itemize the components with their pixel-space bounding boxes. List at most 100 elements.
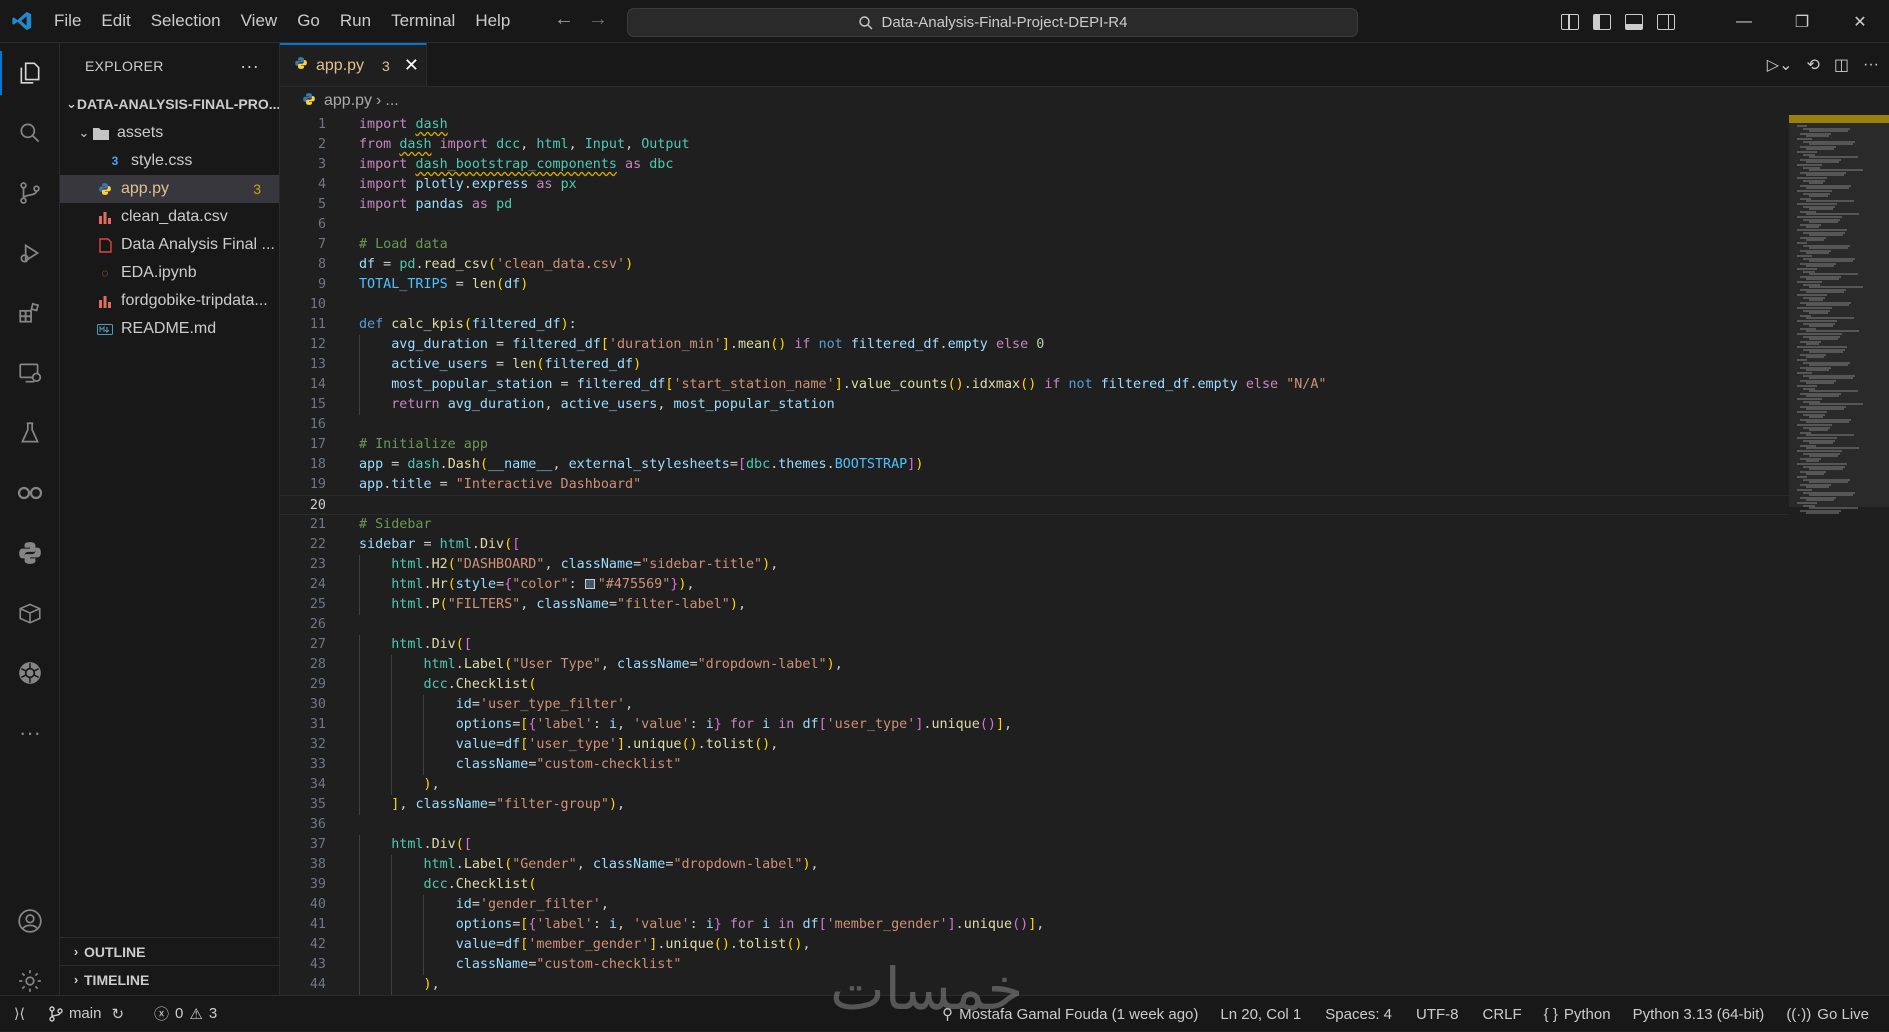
end-of-line[interactable]: CRLF (1471, 996, 1534, 1032)
python-interpreter[interactable]: Python 3.13 (64-bit) (1621, 996, 1777, 1032)
tree-item-style-css[interactable]: 3 style.css (60, 147, 279, 175)
testing-icon[interactable] (0, 403, 60, 463)
code-line[interactable]: 32 value=df['user_type'].unique().tolist… (280, 735, 1790, 755)
tree-item-fordgobike-csv[interactable]: fordgobike-tripdata... (60, 287, 279, 315)
outline-section[interactable]: › OUTLINE (60, 937, 280, 965)
code-line[interactable]: 1 import dash (280, 115, 1790, 135)
code-line[interactable]: 4 import plotly.express as px (280, 175, 1790, 195)
command-center-search[interactable]: Data-Analysis-Final-Project-DEPI-R4 (627, 8, 1358, 37)
code-line[interactable]: 23 html.H2("DASHBOARD", className="sideb… (280, 555, 1790, 575)
tree-item-eda-ipynb[interactable]: ◌ EDA.ipynb (60, 259, 279, 287)
toggle-secondary-sidebar-icon[interactable] (1657, 13, 1675, 30)
code-line[interactable]: 37 html.Div([ (280, 835, 1790, 855)
code-line[interactable]: 22 sidebar = html.Div([ (280, 535, 1790, 555)
code-line[interactable]: 6 (280, 215, 1790, 235)
code-line[interactable]: 12 avg_duration = filtered_df['duration_… (280, 335, 1790, 355)
python-icon[interactable] (0, 523, 60, 583)
code-line[interactable]: 43 className="custom-checklist" (280, 955, 1790, 975)
explorer-icon[interactable] (0, 43, 60, 103)
language-mode[interactable]: { } Python (1534, 996, 1621, 1032)
tree-item-readme-md[interactable]: README.md (60, 315, 279, 343)
code-line[interactable]: 39 dcc.Checklist( (280, 875, 1790, 895)
code-line[interactable]: 5 import pandas as pd (280, 195, 1790, 215)
code-line[interactable]: 10 (280, 295, 1790, 315)
code-line[interactable]: 14 most_popular_station = filtered_df['s… (280, 375, 1790, 395)
tree-item-assets[interactable]: ⌄ assets (60, 119, 279, 147)
tree-item-app-py[interactable]: app.py 3 (60, 175, 279, 203)
code-line[interactable]: 40 id='gender_filter', (280, 895, 1790, 915)
menu-go[interactable]: Go (287, 6, 330, 36)
tree-item-clean-data-csv[interactable]: clean_data.csv (60, 203, 279, 231)
code-line[interactable]: 35 ], className="filter-group"), (280, 795, 1790, 815)
code-line[interactable]: 18 app = dash.Dash(__name__, external_sty… (280, 455, 1790, 475)
minimap[interactable] (1789, 115, 1889, 995)
back-arrow-icon[interactable]: ← (554, 8, 574, 31)
explorer-more-icon[interactable]: ··· (240, 56, 259, 77)
code-line[interactable]: 9 TOTAL_TRIPS = len(df) (280, 275, 1790, 295)
kubernetes-icon[interactable] (0, 643, 60, 703)
containers-icon[interactable] (0, 583, 60, 643)
split-editor-icon[interactable]: ◫ (1834, 55, 1849, 75)
code-line[interactable]: 33 className="custom-checklist" (280, 755, 1790, 775)
code-editor[interactable]: 1 import dash 2 from dash import dcc, html,… (280, 115, 1790, 995)
cursor-position[interactable]: Ln 20, Col 1 (1208, 996, 1313, 1032)
code-line[interactable]: 8 df = pd.read_csv('clean_data.csv') (280, 255, 1790, 275)
code-line[interactable]: 34 ), (280, 775, 1790, 795)
go-live[interactable]: ((·)) Go Live (1776, 996, 1889, 1032)
accounts-icon[interactable] (0, 891, 60, 951)
code-line[interactable]: 19 app.title = "Interactive Dashboard" (280, 475, 1790, 495)
timeline-history-icon[interactable]: ⟲ (1806, 55, 1819, 75)
indentation[interactable]: Spaces: 4 (1313, 996, 1404, 1032)
code-line[interactable]: 7 # Load data (280, 235, 1790, 255)
menu-run[interactable]: Run (330, 6, 381, 36)
timeline-section[interactable]: › TIMELINE (60, 965, 280, 993)
code-line[interactable]: 17 # Initialize app (280, 435, 1790, 455)
menu-help[interactable]: Help (465, 6, 520, 36)
menu-edit[interactable]: Edit (91, 6, 140, 36)
code-line[interactable]: 11 def calc_kpis(filtered_df): (280, 315, 1790, 335)
more-actions-icon[interactable]: ··· (1863, 56, 1879, 74)
menu-view[interactable]: View (231, 6, 288, 36)
problems-indicator[interactable]: ⓧ 0 ⚠ 3 (144, 996, 227, 1032)
tab-app-py[interactable]: app.py 3 ✕ (280, 43, 427, 86)
code-line[interactable]: 16 (280, 415, 1790, 435)
extensions-icon[interactable] (0, 283, 60, 343)
breadcrumb-symbol[interactable]: ... (385, 92, 398, 110)
git-branch[interactable]: main ↻ (39, 996, 134, 1032)
menu-selection[interactable]: Selection (141, 6, 231, 36)
code-line[interactable]: 13 active_users = len(filtered_df) (280, 355, 1790, 375)
remote-explorer-icon[interactable] (0, 343, 60, 403)
sync-icon[interactable]: ↻ (111, 1005, 124, 1023)
code-line[interactable]: 36 (280, 815, 1790, 835)
code-line[interactable]: 26 (280, 615, 1790, 635)
code-line[interactable]: 42 value=df['member_gender'].unique().to… (280, 935, 1790, 955)
code-line[interactable]: 24 html.Hr(style={"color": "#475569"}), (280, 575, 1790, 595)
toggle-primary-sidebar-icon[interactable] (1593, 13, 1611, 30)
code-line[interactable]: 20 (280, 495, 1790, 515)
restore-icon[interactable]: ❐ (1773, 0, 1831, 43)
more-views-icon[interactable]: ··· (0, 703, 60, 763)
code-line[interactable]: 27 html.Div([ (280, 635, 1790, 655)
close-tab-icon[interactable]: ✕ (404, 55, 419, 76)
source-control-icon[interactable] (0, 163, 60, 223)
code-line[interactable]: 30 id='user_type_filter', (280, 695, 1790, 715)
code-line[interactable]: 29 dcc.Checklist( (280, 675, 1790, 695)
menu-terminal[interactable]: Terminal (381, 6, 465, 36)
code-line[interactable]: 41 options=[{'label': i, 'value': i} for… (280, 915, 1790, 935)
code-line[interactable]: 38 html.Label("Gender", className="dropd… (280, 855, 1790, 875)
close-window-icon[interactable]: ✕ (1831, 0, 1889, 43)
search-view-icon[interactable] (0, 103, 60, 163)
code-line[interactable]: 3 import dash_bootstrap_components as dbc (280, 155, 1790, 175)
code-line[interactable]: 28 html.Label("User Type", className="dr… (280, 655, 1790, 675)
workspace-root-folder[interactable]: ⌄ DATA-ANALYSIS-FINAL-PRO... (60, 89, 279, 119)
code-line[interactable]: 44 ), (280, 975, 1790, 995)
code-line[interactable]: 31 options=[{'label': i, 'value': i} for… (280, 715, 1790, 735)
run-python-file-icon[interactable]: ▷⌄ (1767, 55, 1793, 75)
code-line[interactable]: 25 html.P("FILTERS", className="filter-l… (280, 595, 1790, 615)
run-debug-icon[interactable] (0, 223, 60, 283)
menu-file[interactable]: File (44, 6, 91, 36)
code-line[interactable]: 2 from dash import dcc, html, Input, Outp… (280, 135, 1790, 155)
remote-indicator[interactable]: ⟩⟨ (0, 996, 39, 1032)
live-share-icon[interactable] (0, 463, 60, 523)
encoding[interactable]: UTF-8 (1404, 996, 1471, 1032)
